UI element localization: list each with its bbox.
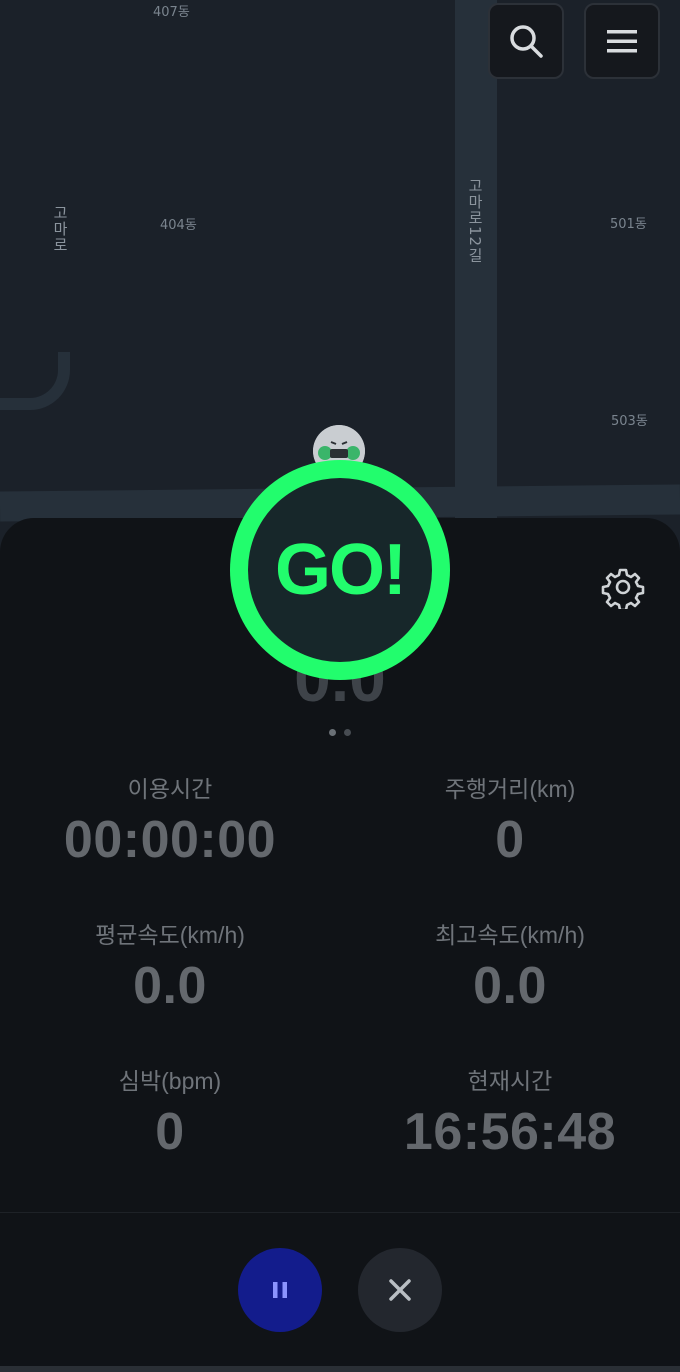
street-label: 고마로12길: [466, 178, 484, 264]
stat-label: 심박(bpm): [118, 1068, 222, 1094]
stat-heart-rate: 심박(bpm) 0: [0, 1062, 340, 1162]
go-countdown-badge: GO!: [230, 460, 450, 680]
stat-value: 0.0: [473, 957, 547, 1015]
stat-value: 16:56:48: [403, 1103, 617, 1161]
stat-distance: 주행거리(km) 0: [340, 770, 680, 870]
map-road-curve: [0, 352, 70, 410]
stat-value: 00:00:00: [63, 811, 277, 869]
stat-current-time: 현재시간 16:56:48: [340, 1062, 680, 1162]
stat-label: 주행거리(km): [444, 776, 576, 802]
stat-usage-time: 이용시간 00:00:00: [0, 770, 340, 870]
building-label: 404동: [160, 218, 197, 233]
gear-icon: [601, 568, 645, 612]
street-label: 고마로: [51, 205, 69, 253]
stat-label: 평균속도(km/h): [95, 922, 245, 948]
stat-value: 0.0: [133, 957, 207, 1015]
pause-icon: [273, 1282, 287, 1298]
page-dot: [329, 729, 336, 736]
stat-max-speed: 최고속도(km/h) 0.0: [340, 916, 680, 1016]
bottom-bar: [0, 1366, 680, 1372]
page-indicator: [0, 729, 680, 736]
stat-label: 현재시간: [467, 1068, 553, 1094]
building-label: 503동: [611, 414, 648, 429]
menu-button[interactable]: [584, 3, 660, 79]
stop-button[interactable]: [358, 1248, 442, 1332]
stat-value: 0: [495, 811, 525, 869]
menu-icon: [607, 30, 637, 53]
stat-label: 이용시간: [127, 776, 213, 802]
page-dot: [344, 729, 351, 736]
divider: [0, 1212, 680, 1213]
close-icon: [389, 1279, 411, 1301]
settings-button[interactable]: [601, 565, 645, 612]
stat-value: 0: [155, 1103, 185, 1161]
search-icon: [510, 25, 543, 58]
go-text: GO!: [248, 478, 432, 662]
pause-button[interactable]: [238, 1248, 322, 1332]
stat-avg-speed: 평균속도(km/h) 0.0: [0, 916, 340, 1016]
stat-label: 최고속도(km/h): [435, 922, 585, 948]
search-button[interactable]: [488, 3, 564, 79]
building-label: 407동: [153, 5, 190, 20]
building-label: 501동: [610, 217, 647, 232]
